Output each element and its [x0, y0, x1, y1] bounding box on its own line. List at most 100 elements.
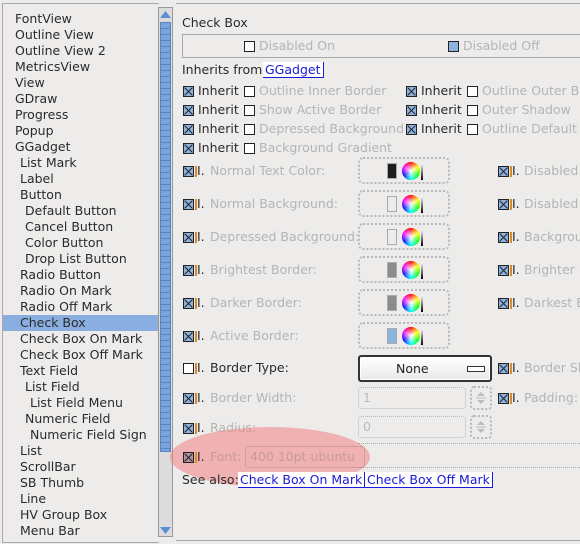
color-swatch [387, 196, 397, 212]
inherit-checkbox[interactable] [183, 124, 194, 135]
inherit-checkbox[interactable] [406, 86, 417, 97]
color-inherit-checkbox[interactable] [183, 232, 194, 243]
list-item[interactable]: Check Box [3, 315, 165, 331]
color-button[interactable] [358, 256, 450, 283]
right-inherit-checkbox[interactable] [498, 298, 509, 309]
border-width-spinner[interactable] [470, 386, 492, 410]
right-inherit-checkbox[interactable] [498, 393, 509, 404]
list-item[interactable]: Radio On Mark [3, 283, 112, 299]
inherit-checkbox[interactable] [183, 143, 194, 154]
scroll-up-arrow-icon[interactable] [159, 8, 172, 20]
color-wheel-icon [402, 228, 420, 246]
flag-checkbox[interactable] [467, 124, 478, 135]
spinner-arrows-icon [476, 421, 486, 433]
color-button[interactable] [358, 322, 450, 349]
radius-inherit-checkbox[interactable] [183, 423, 194, 434]
see-also-link-check-box-off-mark[interactable]: Check Box Off Mark [365, 472, 493, 488]
list-item[interactable]: Color Button [3, 235, 103, 251]
list-item[interactable]: GDraw [3, 91, 57, 107]
right-inherit-checkbox[interactable] [498, 166, 509, 177]
list-item[interactable]: Radio Button [3, 267, 101, 283]
list-item[interactable]: Drop List Button [3, 251, 127, 267]
right-inherit-checkbox[interactable] [498, 232, 509, 243]
inherit-label: Inherit [198, 121, 239, 136]
list-item[interactable]: View [3, 75, 45, 91]
list-item[interactable]: Label [3, 171, 54, 187]
list-item[interactable]: Check Box Off Mark [3, 347, 143, 363]
right-property-label: Backgrou [524, 229, 580, 244]
list-item[interactable]: Progress [3, 107, 68, 123]
color-wheel-icon [402, 261, 420, 279]
list-item[interactable]: FontView [3, 11, 72, 27]
color-inherit-checkbox[interactable] [183, 166, 194, 177]
radius-spinner[interactable] [470, 415, 492, 439]
color-inherit-checkbox[interactable] [183, 331, 194, 342]
list-item[interactable]: Outline View [3, 27, 94, 43]
list-item[interactable]: MetricsView [3, 59, 90, 75]
list-item[interactable]: HV Group Box [3, 507, 107, 523]
right-inherit-checkbox[interactable] [498, 199, 509, 210]
color-inherit-checkbox[interactable] [183, 199, 194, 210]
list-item[interactable]: Text Field [3, 363, 78, 379]
i-label: I. [195, 328, 205, 343]
inherit-checkbox[interactable] [406, 105, 417, 116]
list-item[interactable]: Numeric Field [3, 411, 110, 427]
font-inherit-checkbox[interactable] [183, 452, 194, 463]
right-property-label: Darkest B [524, 295, 580, 310]
list-item[interactable]: Popup [3, 123, 54, 139]
border-width-inherit-checkbox[interactable] [183, 393, 194, 404]
list-item[interactable]: Check Box On Mark [3, 331, 142, 347]
list-item[interactable]: Radio Off Mark [3, 299, 112, 315]
right-property-label: Border Sh [524, 360, 580, 375]
border-type-dropdown[interactable]: None [358, 355, 492, 382]
list-item[interactable]: List Field [3, 379, 80, 395]
brightness-bar-icon [421, 328, 423, 345]
flag-checkbox[interactable] [244, 124, 255, 135]
flag-checkbox[interactable] [244, 86, 255, 97]
list-item[interactable]: Line [3, 491, 46, 507]
flag-checkbox[interactable] [467, 86, 478, 97]
list-item[interactable]: ScrollBar [3, 459, 76, 475]
right-inherit-checkbox[interactable] [498, 265, 509, 276]
border-width-field[interactable]: 1 [358, 387, 466, 409]
color-button[interactable] [358, 289, 450, 316]
inherits-from-link[interactable]: GGadget [263, 62, 324, 78]
list-item[interactable]: List Mark [3, 155, 77, 171]
inherit-checkbox[interactable] [406, 124, 417, 135]
inherit-checkbox[interactable] [183, 86, 194, 97]
inherit-label: Inherit [421, 121, 462, 136]
divider [176, 3, 580, 4]
brightness-bar-icon [421, 262, 423, 279]
list-item[interactable]: Default Button [3, 203, 117, 219]
border-type-inherit-checkbox[interactable] [183, 363, 194, 374]
flag-checkbox[interactable] [244, 143, 255, 154]
i-label: I. [510, 163, 520, 178]
scrollbar-thumb[interactable] [160, 22, 171, 452]
list-item[interactable]: List Field Menu [3, 395, 123, 411]
right-property-label: Brighter B [524, 262, 580, 277]
scroll-down-arrow-icon[interactable] [159, 524, 172, 536]
color-button[interactable] [358, 157, 450, 184]
list-item[interactable]: Outline View 2 [3, 43, 106, 59]
font-field[interactable]: 400 10pt ubuntu [245, 446, 365, 468]
list-item[interactable]: SB Thumb [3, 475, 84, 491]
i-label: I. [195, 295, 205, 310]
list-item[interactable]: Cancel Button [3, 219, 113, 235]
color-inherit-checkbox[interactable] [183, 265, 194, 276]
list-item[interactable]: GGadget [3, 139, 71, 155]
list-item[interactable]: Numeric Field Sign [3, 427, 147, 443]
list-item[interactable]: Menu Bar [3, 523, 80, 539]
flag-checkbox[interactable] [467, 105, 478, 116]
color-button[interactable] [358, 190, 450, 217]
flag-checkbox[interactable] [244, 105, 255, 116]
radius-field[interactable]: 0 [358, 416, 466, 438]
spinner-arrows-icon [476, 392, 486, 404]
preview-disabled-on: Disabled On [259, 38, 336, 53]
color-button[interactable] [358, 223, 450, 250]
list-item[interactable]: List [3, 443, 42, 459]
right-inherit-checkbox[interactable] [498, 363, 509, 374]
inherit-checkbox[interactable] [183, 105, 194, 116]
see-also-link-check-box-on-mark[interactable]: Check Box On Mark [238, 472, 366, 488]
list-item[interactable]: Button [3, 187, 62, 203]
color-inherit-checkbox[interactable] [183, 298, 194, 309]
